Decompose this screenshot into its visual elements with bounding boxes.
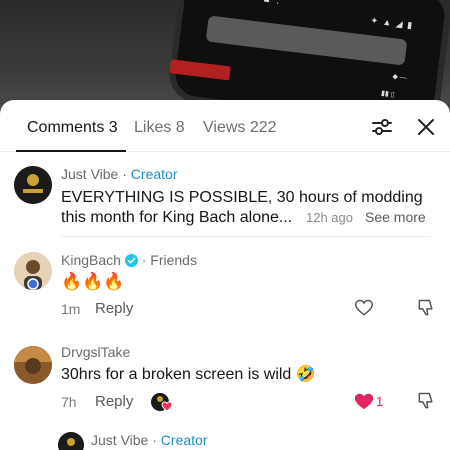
comments-sheet: Comments 3 Likes 8 Views 222 Just Vibe ·… [0,100,450,450]
creator-label: Creator [160,432,208,448]
comment-text: 30hrs for a broken screen is wild 🤣 [61,366,316,383]
comment-text-line1: EVERYTHING IS POSSIBLE, 30 hours of modd… [61,189,423,206]
tab-likes[interactable]: Likes 8 [134,119,185,137]
close-icon[interactable] [415,116,437,138]
dislike-icon[interactable] [416,391,436,411]
avatar[interactable] [14,346,52,384]
ellipsis: ... [278,209,291,226]
see-more-link[interactable]: See more [365,209,426,225]
like-count: 1 [376,394,384,409]
creator-label: Creator [130,166,178,182]
avatar[interactable] [58,432,84,450]
comment-username[interactable]: Just Vibe · Creator [61,166,177,182]
tab-bar: Comments 3 Likes 8 Views 222 [0,100,450,152]
separator: · [148,432,161,448]
avatar[interactable] [14,252,52,290]
verified-badge-icon [124,252,142,268]
comment-username[interactable]: DrvgslTake [61,344,130,360]
reply-button[interactable]: Reply [95,393,133,410]
username-text[interactable]: KingBach [61,252,121,268]
phone-image: ● ● ● ■ . ✦ ▲ ◢ ▮ ◆ ― ▮▮ ▯ [169,0,447,110]
creator-liked-icon [150,391,174,413]
dislike-icon[interactable] [416,298,436,318]
comment-username[interactable]: Just Vibe · Creator [91,432,207,448]
comment-timestamp: 7h [61,394,77,410]
tab-views[interactable]: Views 222 [203,119,277,137]
heart-icon[interactable] [354,298,374,318]
avatar[interactable] [14,166,52,204]
comment-text-line2: this month for King Bach alone... [61,208,291,228]
active-tab-indicator [16,150,126,152]
separator: · [141,252,151,268]
phone-red-bar [169,59,231,81]
friends-label: Friends [150,252,197,268]
filter-sliders-icon[interactable] [370,116,394,138]
comment-timestamp: 12h ago [306,210,353,225]
phone-status-right: ✦ ▲ ◢ ▮ [370,15,414,31]
username-text[interactable]: Just Vibe [61,166,118,182]
comment-timestamp: 1m [61,301,81,317]
video-background: ● ● ● ■ . ✦ ▲ ◢ ▮ ◆ ― ▮▮ ▯ [0,0,450,110]
heart-icon[interactable] [353,391,375,411]
tab-comments[interactable]: Comments 3 [27,119,118,137]
phone-bottom-text: ▮▮ ▯ [380,90,395,99]
separator: · [118,166,131,182]
reply-button[interactable]: Reply [95,300,133,317]
comment-text: 🔥🔥🔥 [61,272,125,291]
divider [61,236,431,237]
phone-status-icons: ● ● ● ■ . [225,0,282,7]
username-text[interactable]: Just Vibe [91,432,148,448]
comment-username[interactable]: KingBach · Friends [61,252,197,268]
comment-text-line2-content: this month for King Bach alone [61,209,279,226]
phone-explore: ◆ ― [391,73,408,83]
